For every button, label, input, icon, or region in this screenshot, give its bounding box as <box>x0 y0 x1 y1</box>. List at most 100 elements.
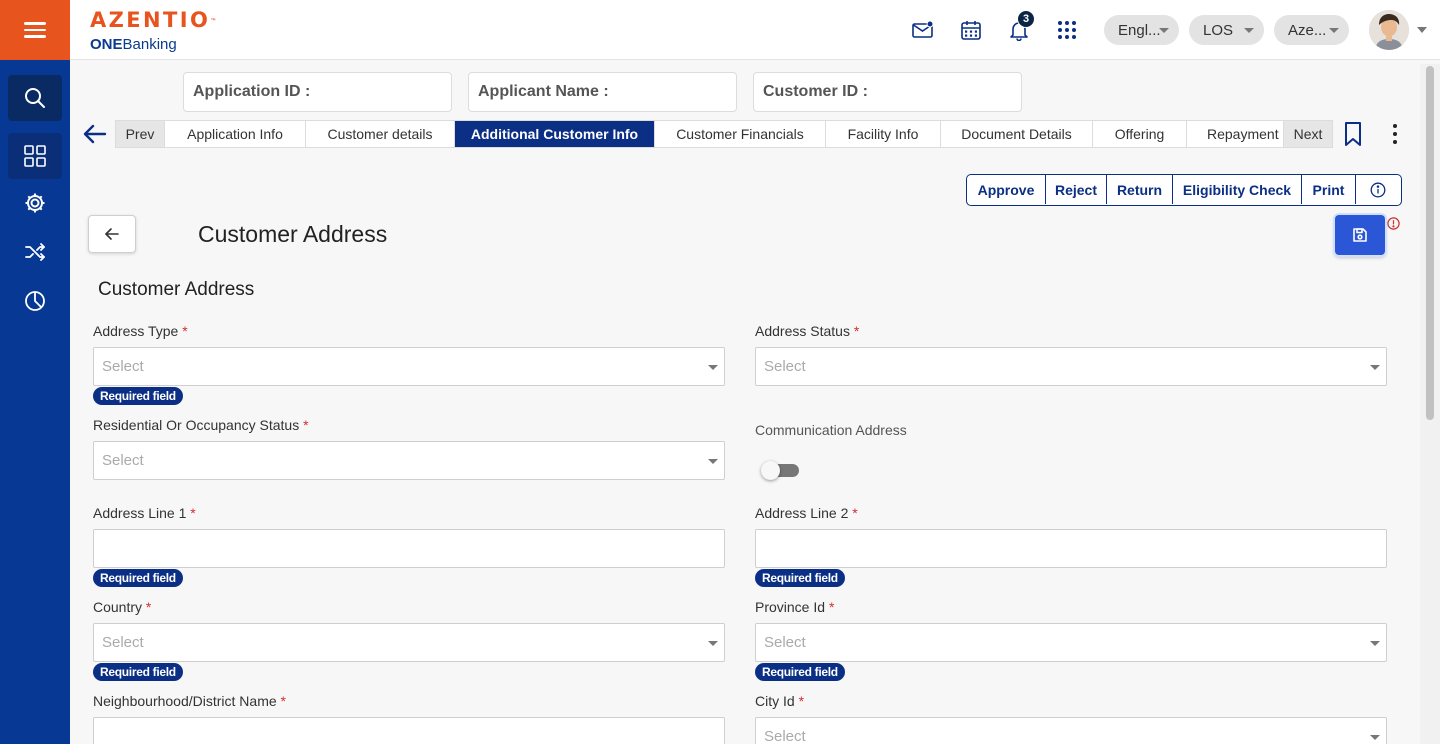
address-line2-label: Address Line 2 * <box>755 505 858 521</box>
address-line1-label: Address Line 1 * <box>93 505 196 521</box>
tab-offering[interactable]: Offering <box>1093 121 1187 147</box>
tab-facility-info[interactable]: Facility Info <box>826 121 941 147</box>
page-back-button[interactable] <box>88 215 136 253</box>
eligibility-check-button[interactable]: Eligibility Check <box>1173 175 1302 204</box>
hamburger-icon <box>24 22 46 38</box>
page-title: Customer Address <box>198 221 388 247</box>
dropdown-caret-icon <box>708 641 718 646</box>
info-button[interactable] <box>1356 175 1400 204</box>
sidebar-settings-button[interactable] <box>8 180 62 226</box>
tab-repayment-schedule[interactable]: Repayment Schedule <box>1187 121 1284 147</box>
app-root: AZENTIO™ ONEBanking 3 Engl... LOS Aze...… <box>0 0 1440 744</box>
chevron-down-icon <box>1159 28 1169 33</box>
sidebar-workflow-button[interactable] <box>8 229 62 275</box>
dropdown-caret-icon <box>708 459 718 464</box>
error-icon <box>1387 217 1400 230</box>
entity-value: Aze... <box>1288 21 1327 39</box>
country-label: Country * <box>93 599 152 615</box>
sidebar-search-button[interactable] <box>8 75 62 121</box>
tab-additional-customer-info[interactable]: Additional Customer Info <box>455 121 655 147</box>
language-select[interactable]: Engl... <box>1104 15 1179 45</box>
product-name-rest: Banking <box>122 36 177 53</box>
application-id-box: Application ID : <box>183 72 452 112</box>
bookmark-icon[interactable] <box>1343 121 1363 147</box>
save-icon <box>1353 228 1367 242</box>
district-name-label: Neighbourhood/District Name * <box>93 693 286 709</box>
tab-application-info[interactable]: Application Info <box>165 121 306 147</box>
country-required-msg: Required field <box>93 663 183 681</box>
sidebar-reports-button[interactable] <box>8 278 62 324</box>
address-status-select[interactable]: Select <box>755 347 1387 386</box>
address-type-select[interactable]: Select <box>93 347 725 386</box>
user-photo <box>1369 10 1409 50</box>
calendar-icon[interactable] <box>960 19 982 41</box>
chevron-down-icon <box>1244 28 1254 33</box>
shuffle-icon <box>25 243 45 261</box>
brand-trademark: ™ <box>210 18 217 25</box>
section-title: Customer Address <box>98 279 255 300</box>
print-button[interactable]: Print <box>1302 175 1356 204</box>
dropdown-caret-icon <box>708 365 718 370</box>
dashboard-icon <box>24 145 46 167</box>
entity-select[interactable]: Aze... <box>1274 15 1349 45</box>
district-name-input[interactable] <box>93 717 725 744</box>
customer-id-label: Customer ID : <box>763 83 868 100</box>
apps-grid-icon[interactable] <box>1057 20 1077 40</box>
sidebar <box>0 60 70 744</box>
residential-status-placeholder: Select <box>102 452 144 469</box>
settings-gear-icon <box>25 193 45 213</box>
residential-status-select[interactable]: Select <box>93 441 725 480</box>
brand-name: AZENTIO <box>90 8 211 32</box>
dropdown-caret-icon <box>1370 735 1380 740</box>
address-line1-required-msg: Required field <box>93 569 183 587</box>
applicant-name-box: Applicant Name : <box>468 72 737 112</box>
sidebar-dashboard-button[interactable] <box>8 133 62 179</box>
user-avatar[interactable] <box>1369 10 1409 50</box>
more-options-icon[interactable] <box>1390 122 1400 146</box>
azentio-logo[interactable]: AZENTIO™ ONEBanking <box>90 9 216 53</box>
notification-count-badge: 3 <box>1017 10 1035 28</box>
product-name-bold: ONE <box>90 36 123 53</box>
scrollbar-thumb[interactable] <box>1426 66 1434 420</box>
tab-customer-financials[interactable]: Customer Financials <box>655 121 826 147</box>
module-select[interactable]: LOS <box>1189 15 1264 45</box>
mail-icon[interactable] <box>912 20 934 40</box>
country-placeholder: Select <box>102 634 144 651</box>
customer-id-box: Customer ID : <box>753 72 1022 112</box>
back-arrow-icon[interactable] <box>82 122 108 146</box>
approve-button[interactable]: Approve <box>967 175 1046 204</box>
address-line2-input[interactable] <box>755 529 1387 568</box>
province-id-placeholder: Select <box>764 634 806 651</box>
address-status-label: Address Status * <box>755 323 860 339</box>
applicant-name-label: Applicant Name : <box>478 83 609 100</box>
module-value: LOS <box>1203 21 1234 39</box>
tab-document-details[interactable]: Document Details <box>941 121 1093 147</box>
dropdown-caret-icon <box>1370 641 1380 646</box>
city-id-label: City Id * <box>755 693 805 709</box>
communication-address-toggle[interactable] <box>761 461 799 480</box>
address-type-placeholder: Select <box>102 358 144 375</box>
communication-address-label: Communication Address <box>755 422 907 438</box>
return-button[interactable]: Return <box>1107 175 1173 204</box>
top-header: AZENTIO™ ONEBanking 3 Engl... LOS Aze... <box>70 0 1440 60</box>
tab-next-button[interactable]: Next <box>1284 121 1332 147</box>
arrow-left-icon <box>105 228 119 240</box>
address-line1-input[interactable] <box>93 529 725 568</box>
user-menu-caret-icon[interactable] <box>1417 27 1427 33</box>
pie-chart-icon <box>25 291 45 311</box>
menu-toggle-button[interactable] <box>0 0 70 60</box>
tab-prev-button[interactable]: Prev <box>116 121 165 147</box>
residential-status-label: Residential Or Occupancy Status * <box>93 417 309 433</box>
address-type-required-msg: Required field <box>93 387 183 405</box>
save-button[interactable] <box>1335 215 1385 255</box>
info-icon <box>1370 182 1386 197</box>
city-id-select[interactable]: Select <box>755 717 1387 744</box>
reject-button[interactable]: Reject <box>1046 175 1107 204</box>
country-select[interactable]: Select <box>93 623 725 662</box>
chevron-down-icon <box>1329 28 1339 33</box>
tab-customer-details[interactable]: Customer details <box>306 121 455 147</box>
language-value: Engl... <box>1118 21 1161 39</box>
address-status-placeholder: Select <box>764 358 806 375</box>
province-id-select[interactable]: Select <box>755 623 1387 662</box>
step-tabs: Prev Application Info Customer details A… <box>115 120 1333 148</box>
